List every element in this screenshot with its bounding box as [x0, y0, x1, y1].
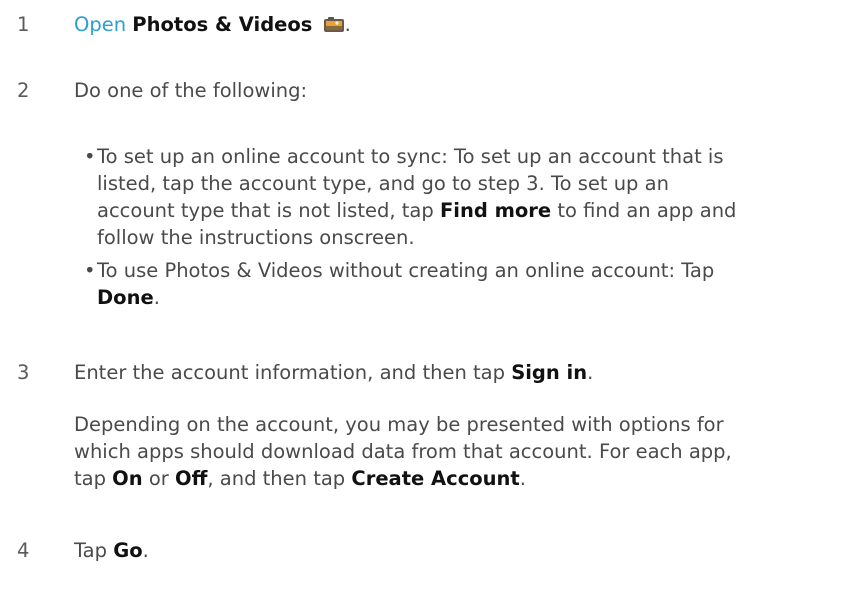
bullet-text: .: [153, 286, 160, 309]
bullet-line: follow the instructions onscreen.: [97, 226, 415, 249]
go-label: Go: [113, 539, 143, 562]
list-item: • To set up an online account to sync: T…: [84, 143, 822, 251]
done-label: Done: [97, 286, 154, 309]
step-text: Open Photos & Videos .: [74, 11, 351, 38]
paragraph-text: .: [519, 467, 526, 490]
off-label: Off: [175, 467, 208, 490]
bullet-list: • To set up an online account to sync: T…: [84, 143, 822, 311]
bullet-line: listed, tap the account type, and go to …: [97, 172, 669, 195]
paragraph-line: which apps should download data from tha…: [74, 440, 732, 463]
step-text-part: Tap: [74, 539, 114, 562]
bullet-line: account type that is not listed, tap Fin…: [97, 197, 822, 224]
bullet-line: To use Photos & Videos without creating …: [97, 259, 715, 282]
paragraph-text: tap: [74, 467, 113, 490]
photos-videos-icon: [323, 17, 344, 32]
paragraph-line: Depending on the account, you may be pre…: [74, 413, 724, 436]
step-3-paragraph: Depending on the account, you may be pre…: [74, 411, 814, 492]
step-text-part: Enter the account information, and then …: [74, 361, 512, 384]
open-link[interactable]: Open: [74, 13, 126, 36]
step-number: 3: [17, 361, 30, 384]
bullet-text: account type that is not listed, tap: [97, 199, 440, 222]
bullet-dot: •: [84, 145, 96, 168]
on-label: On: [112, 467, 143, 490]
list-item: • To use Photos & Videos without creatin…: [84, 257, 822, 311]
bullet-line: To set up an online account to sync: To …: [97, 145, 724, 168]
period: .: [344, 13, 351, 36]
step-text-part: .: [142, 539, 149, 562]
step-number: 4: [17, 539, 30, 562]
step-number: 1: [17, 13, 30, 36]
paragraph-text: or: [142, 467, 175, 490]
paragraph-text: , and then tap: [207, 467, 352, 490]
create-account-label: Create Account: [351, 467, 520, 490]
bullet-dot: •: [84, 259, 96, 282]
step-text: Tap Go.: [74, 537, 149, 564]
paragraph-line: tap On or Off, and then tap Create Accou…: [74, 465, 814, 492]
step-number: 2: [17, 79, 30, 102]
find-more-label: Find more: [439, 199, 552, 222]
step-text-part: .: [587, 361, 594, 384]
bullet-text: to find an app and: [551, 199, 737, 222]
app-name: Photos & Videos: [132, 13, 313, 36]
step-text: Enter the account information, and then …: [74, 359, 593, 386]
sign-in-label: Sign in: [511, 361, 588, 384]
bullet-line: Done.: [97, 284, 822, 311]
step-text: Do one of the following:: [74, 79, 308, 102]
